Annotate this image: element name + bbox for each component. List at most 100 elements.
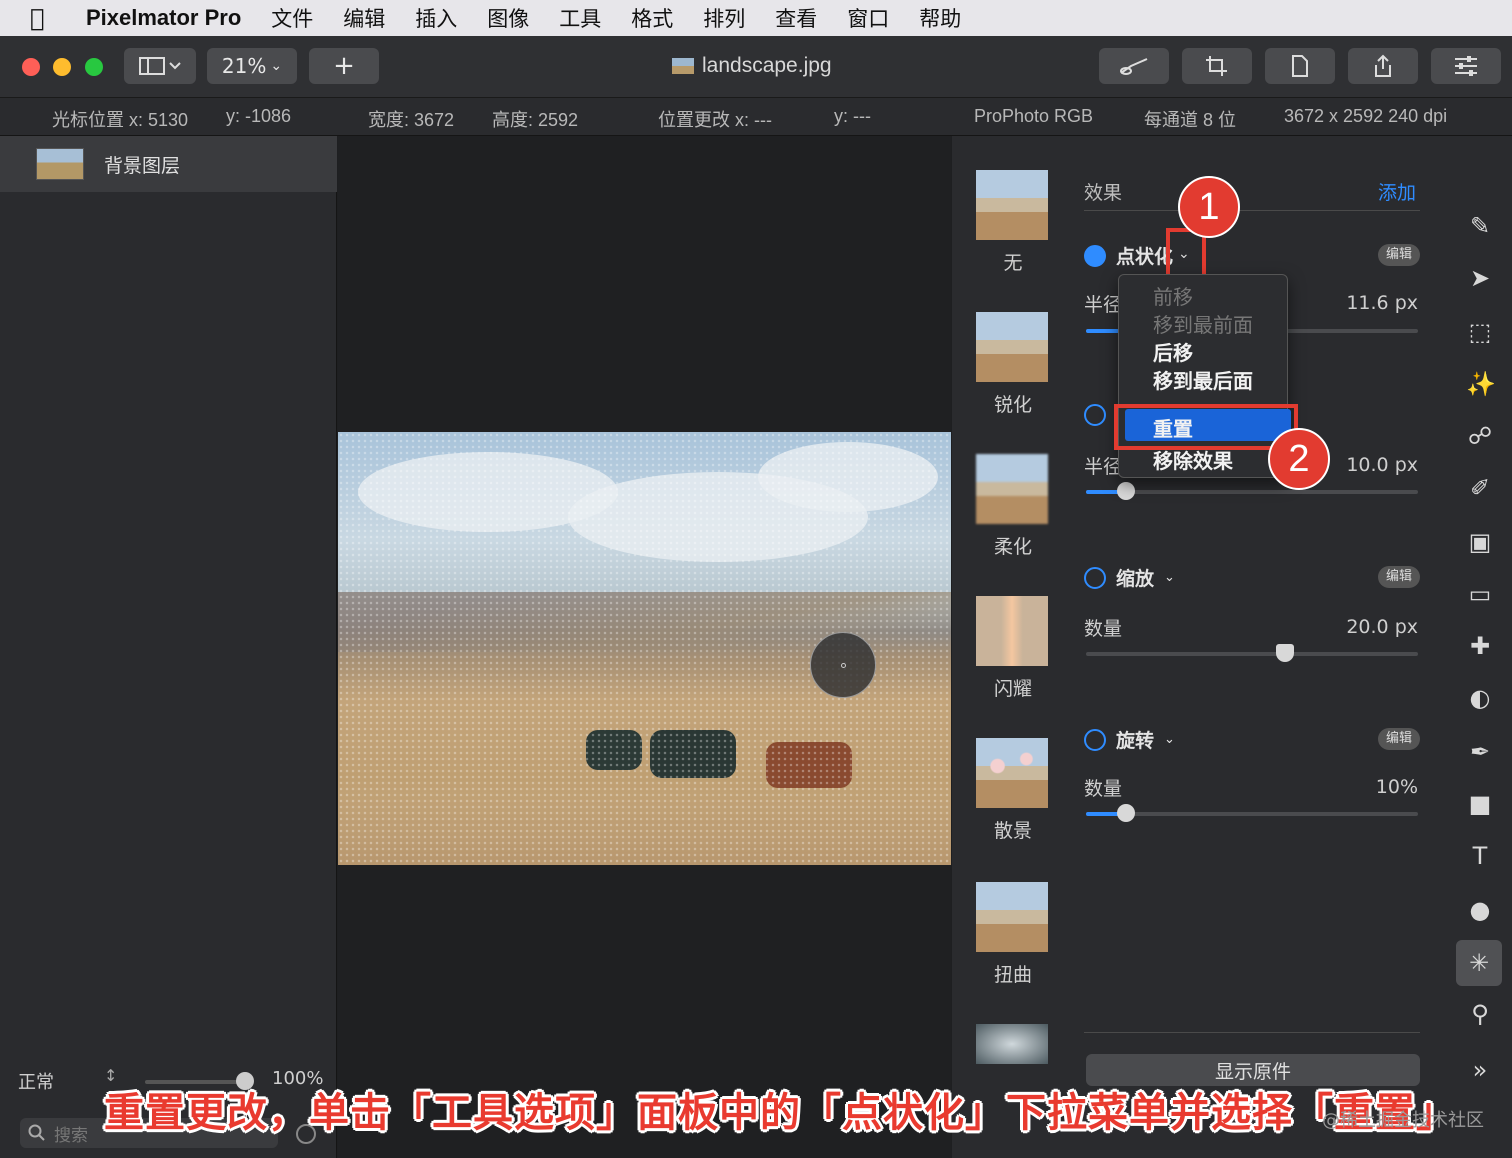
menu-tools[interactable]: 工具 (559, 3, 601, 33)
rotate-amount-label: 数量 (1084, 778, 1123, 800)
layer-name: 背景图层 (104, 154, 181, 177)
app-menu[interactable]: Pixelmator Pro (86, 5, 241, 31)
preset-glow[interactable]: 闪耀 (976, 596, 1050, 701)
share-button[interactable] (1348, 48, 1418, 84)
preset-distort[interactable]: 扭曲 (976, 882, 1050, 987)
close-window-button[interactable] (22, 58, 40, 76)
preset-more[interactable] (976, 1024, 1050, 1072)
second-effect-enable-checkbox[interactable] (1084, 404, 1106, 426)
apple-icon[interactable]:  (30, 4, 70, 32)
menu-format[interactable]: 格式 (631, 3, 673, 33)
zoom-amount-slider[interactable] (1086, 644, 1418, 662)
slider-fill (1086, 329, 1120, 333)
preset-soften[interactable]: 柔化 (976, 454, 1050, 559)
effects-tool-icon[interactable]: ✳ (1456, 940, 1502, 986)
rotate-amount-slider[interactable] (1086, 804, 1418, 822)
paint-tool-icon[interactable]: ✐ (1466, 474, 1494, 502)
slider-knob[interactable] (1116, 804, 1135, 822)
crop-button[interactable] (1182, 48, 1252, 84)
menu-bar:  Pixelmator Pro 文件 编辑 插入 图像 工具 格式 排列 查看… (0, 0, 1512, 36)
image-size: 3672 x 2592 240 dpi (1284, 106, 1448, 126)
second-effect-header[interactable] (1084, 404, 1106, 426)
callout-one: 1 (1178, 176, 1240, 238)
zoom-enable-checkbox[interactable] (1084, 566, 1106, 589)
adjustments-button[interactable] (1431, 48, 1501, 84)
layer-row[interactable]: 背景图层 (0, 136, 337, 192)
more-tools-icon[interactable]: » (1466, 1056, 1494, 1084)
sidebar-toggle-button[interactable] (124, 48, 196, 84)
chevron-down-icon[interactable]: ⌄ (1164, 570, 1175, 585)
slider-knob[interactable] (1276, 644, 1295, 662)
image-width: 宽度: 3672 (368, 110, 455, 130)
preset-bokeh[interactable]: 散景 (976, 738, 1050, 843)
rotate-title: 旋转 (1116, 730, 1155, 752)
search-placeholder: 搜索 (54, 1125, 88, 1146)
menu-item-bring-to-front[interactable]: 移到最前面 (1153, 309, 1253, 338)
zoom-edit-button[interactable]: 编辑 (1378, 566, 1421, 588)
shape-tool-icon[interactable]: ■ (1466, 790, 1494, 818)
zoom-value: 21% (221, 54, 267, 78)
search-icon (28, 1124, 45, 1141)
layers-panel: 背景图层 正常 ↕ 100% 搜索 (0, 136, 337, 1158)
text-tool-icon[interactable]: T (1466, 842, 1494, 870)
menu-window[interactable]: 窗口 (847, 3, 889, 33)
menu-help[interactable]: 帮助 (919, 3, 961, 33)
document-button[interactable] (1265, 48, 1335, 84)
style-tool-icon[interactable]: ✎ (1466, 212, 1494, 240)
arrow-tool-icon[interactable]: ➤ (1466, 264, 1494, 292)
zoom-amount-label: 数量 (1084, 618, 1123, 640)
gradient-tool-icon[interactable]: ▣ (1466, 528, 1494, 556)
share-icon (1375, 54, 1391, 77)
sidebar-icon (139, 57, 181, 75)
preset-label: 锐化 (993, 394, 1032, 416)
preset-none[interactable]: 无 (976, 170, 1050, 275)
pointillize-edit-button[interactable]: 编辑 (1378, 244, 1421, 266)
distort-tool-icon[interactable]: ◐ (1466, 684, 1494, 712)
selection-tool-icon[interactable]: ⬚ (1466, 318, 1494, 346)
zoom-effect-header[interactable]: 缩放 ⌄ (1084, 564, 1175, 591)
slider-knob[interactable] (1116, 482, 1135, 500)
tool-options-button[interactable] (1099, 48, 1169, 84)
rotate-enable-checkbox[interactable] (1084, 728, 1106, 751)
menu-item-send-to-back[interactable]: 移到最后面 (1153, 365, 1253, 394)
second-radius-value: 10.0 px (1346, 454, 1418, 476)
chevron-down-icon: ⌄ (270, 58, 283, 74)
color-picker-tool-icon[interactable]: ☍ (1466, 422, 1494, 450)
menu-edit[interactable]: 编辑 (343, 3, 385, 33)
pen-tool-icon[interactable]: ✒ (1466, 738, 1494, 766)
second-radius-slider[interactable] (1086, 482, 1418, 500)
pointillize-effect-header[interactable]: 点状化 (1084, 242, 1173, 269)
lasso-tool-icon[interactable]: ✨ (1466, 370, 1496, 398)
image-file-icon (672, 58, 694, 74)
menu-file[interactable]: 文件 (271, 3, 313, 33)
menu-item-move-forward[interactable]: 前移 (1153, 281, 1193, 310)
preset-label: 闪耀 (993, 678, 1032, 700)
menu-view[interactable]: 查看 (775, 3, 817, 33)
add-effect-link[interactable]: 添加 (1378, 178, 1416, 205)
menu-arrange[interactable]: 排列 (703, 3, 745, 33)
preset-sharpen[interactable]: 锐化 (976, 312, 1050, 417)
menu-image[interactable]: 图像 (487, 3, 529, 33)
blend-mode-select[interactable]: 正常 (18, 1068, 54, 1094)
minimize-window-button[interactable] (53, 58, 71, 76)
rotate-edit-button[interactable]: 编辑 (1378, 728, 1421, 750)
menu-item-move-backward[interactable]: 后移 (1153, 337, 1193, 366)
preset-thumbnail (976, 170, 1048, 240)
retouch-tool-icon[interactable]: ✚ (1466, 632, 1494, 660)
preset-thumbnail (976, 454, 1048, 524)
color-adjust-tool-icon[interactable]: ● (1466, 896, 1494, 924)
menu-insert[interactable]: 插入 (415, 3, 457, 33)
zoom-tool-icon[interactable]: ⚲ (1466, 1000, 1494, 1028)
canvas-area[interactable] (338, 136, 951, 1158)
pointillize-enable-checkbox[interactable] (1084, 244, 1106, 267)
rotate-effect-header[interactable]: 旋转 ⌄ (1084, 726, 1175, 753)
brush-icon (1120, 58, 1148, 75)
chevron-down-icon[interactable]: ⌄ (1164, 732, 1175, 747)
add-button[interactable]: + (309, 48, 379, 84)
preset-thumbnail (976, 882, 1048, 952)
eraser-tool-icon[interactable]: ▭ (1466, 580, 1494, 608)
brush-cursor (810, 632, 876, 698)
divider (1084, 210, 1420, 211)
zoom-dropdown[interactable]: 21% ⌄ (207, 48, 297, 84)
zoom-window-button[interactable] (85, 58, 103, 76)
